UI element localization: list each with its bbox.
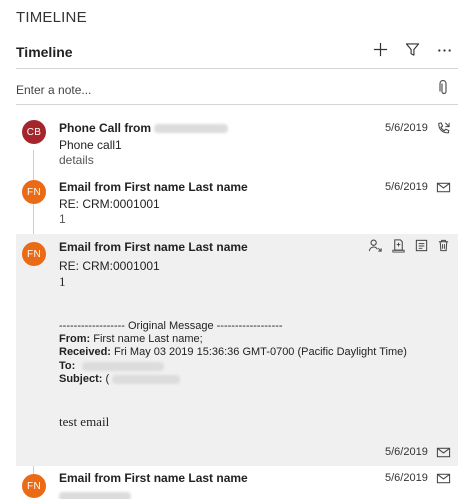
timeline-entry-email[interactable]: FN Email from First name Last name 5/6/2… xyxy=(16,466,458,499)
note-divider xyxy=(16,104,458,105)
open-record-icon[interactable] xyxy=(414,238,429,253)
entry-description: 1 xyxy=(59,212,66,226)
avatar: FN xyxy=(22,180,46,204)
filter-icon[interactable] xyxy=(404,40,420,58)
avatar: CB xyxy=(22,120,46,144)
entry-date: 5/6/2019 xyxy=(385,181,428,193)
assign-icon[interactable] xyxy=(368,238,383,253)
add-to-queue-icon[interactable] xyxy=(391,238,406,253)
entry-date: 5/6/2019 xyxy=(385,446,428,458)
timeline-header-title: Timeline xyxy=(16,44,73,60)
original-message-separator: ------------------ Original Message ----… xyxy=(59,320,283,332)
phone-call-icon xyxy=(436,121,451,136)
avatar-initials: FN xyxy=(27,186,41,198)
to-line: To: xyxy=(59,360,165,372)
subject-line: Subject: ( xyxy=(59,373,181,385)
attachment-icon[interactable] xyxy=(438,79,450,96)
entry-title-text: Phone Call from xyxy=(59,121,152,135)
timeline-entry-email-expanded[interactable]: FN Email from First name Last name RE: C… xyxy=(16,234,458,466)
from-value: First name Last name; xyxy=(93,333,203,345)
from-label: From: xyxy=(59,333,91,345)
entry-title[interactable]: Email from First name Last name xyxy=(59,471,248,485)
subject-value: ( xyxy=(105,373,110,385)
received-line: Received: Fri May 03 2019 15:36:36 GMT-0… xyxy=(59,346,407,358)
entry-subject: RE: CRM:0001001 xyxy=(59,197,160,211)
timeline-entry-phone-call[interactable]: CB Phone Call from 5/6/2019 Phone call1 … xyxy=(16,112,458,172)
entry-title[interactable]: Phone Call from xyxy=(59,121,229,135)
avatar-initials: FN xyxy=(27,480,41,492)
delete-icon[interactable] xyxy=(436,238,451,253)
avatar: FN xyxy=(22,242,46,266)
received-value: Fri May 03 2019 15:36:36 GMT-0700 (Pacif… xyxy=(114,346,407,358)
timeline-toolbar xyxy=(372,40,452,58)
redacted-contact-name xyxy=(154,124,229,134)
avatar: FN xyxy=(22,474,46,498)
entry-description: 1 xyxy=(59,274,66,289)
redacted-subject xyxy=(59,488,131,499)
timeline-entry-email[interactable]: FN Email from First name Last name 5/6/2… xyxy=(16,172,458,232)
entry-title[interactable]: Email from First name Last name xyxy=(59,240,248,254)
entry-title[interactable]: Email from First name Last name xyxy=(59,180,248,194)
from-line: From: First name Last name; xyxy=(59,333,203,345)
section-title: TIMELINE xyxy=(16,9,87,26)
email-icon xyxy=(436,445,451,460)
redacted-subject-value xyxy=(112,374,181,384)
email-icon xyxy=(436,180,451,195)
email-icon xyxy=(436,471,451,486)
note-input[interactable] xyxy=(16,80,426,100)
entry-date: 5/6/2019 xyxy=(385,122,428,134)
more-options-icon[interactable] xyxy=(436,40,452,58)
redacted-to-value xyxy=(82,361,165,371)
entry-date: 5/6/2019 xyxy=(385,472,428,484)
email-body: test email xyxy=(59,414,110,429)
avatar-initials: CB xyxy=(26,126,42,138)
received-label: Received: xyxy=(59,346,111,358)
entry-subject: Phone call1 xyxy=(59,138,122,152)
entry-subject: RE: CRM:0001001 xyxy=(59,259,160,273)
add-icon[interactable] xyxy=(372,40,388,58)
avatar-initials: FN xyxy=(27,248,41,260)
to-label: To: xyxy=(59,360,76,372)
header-divider xyxy=(16,68,458,69)
entry-description: details xyxy=(59,153,94,167)
subject-label: Subject: xyxy=(59,373,103,385)
